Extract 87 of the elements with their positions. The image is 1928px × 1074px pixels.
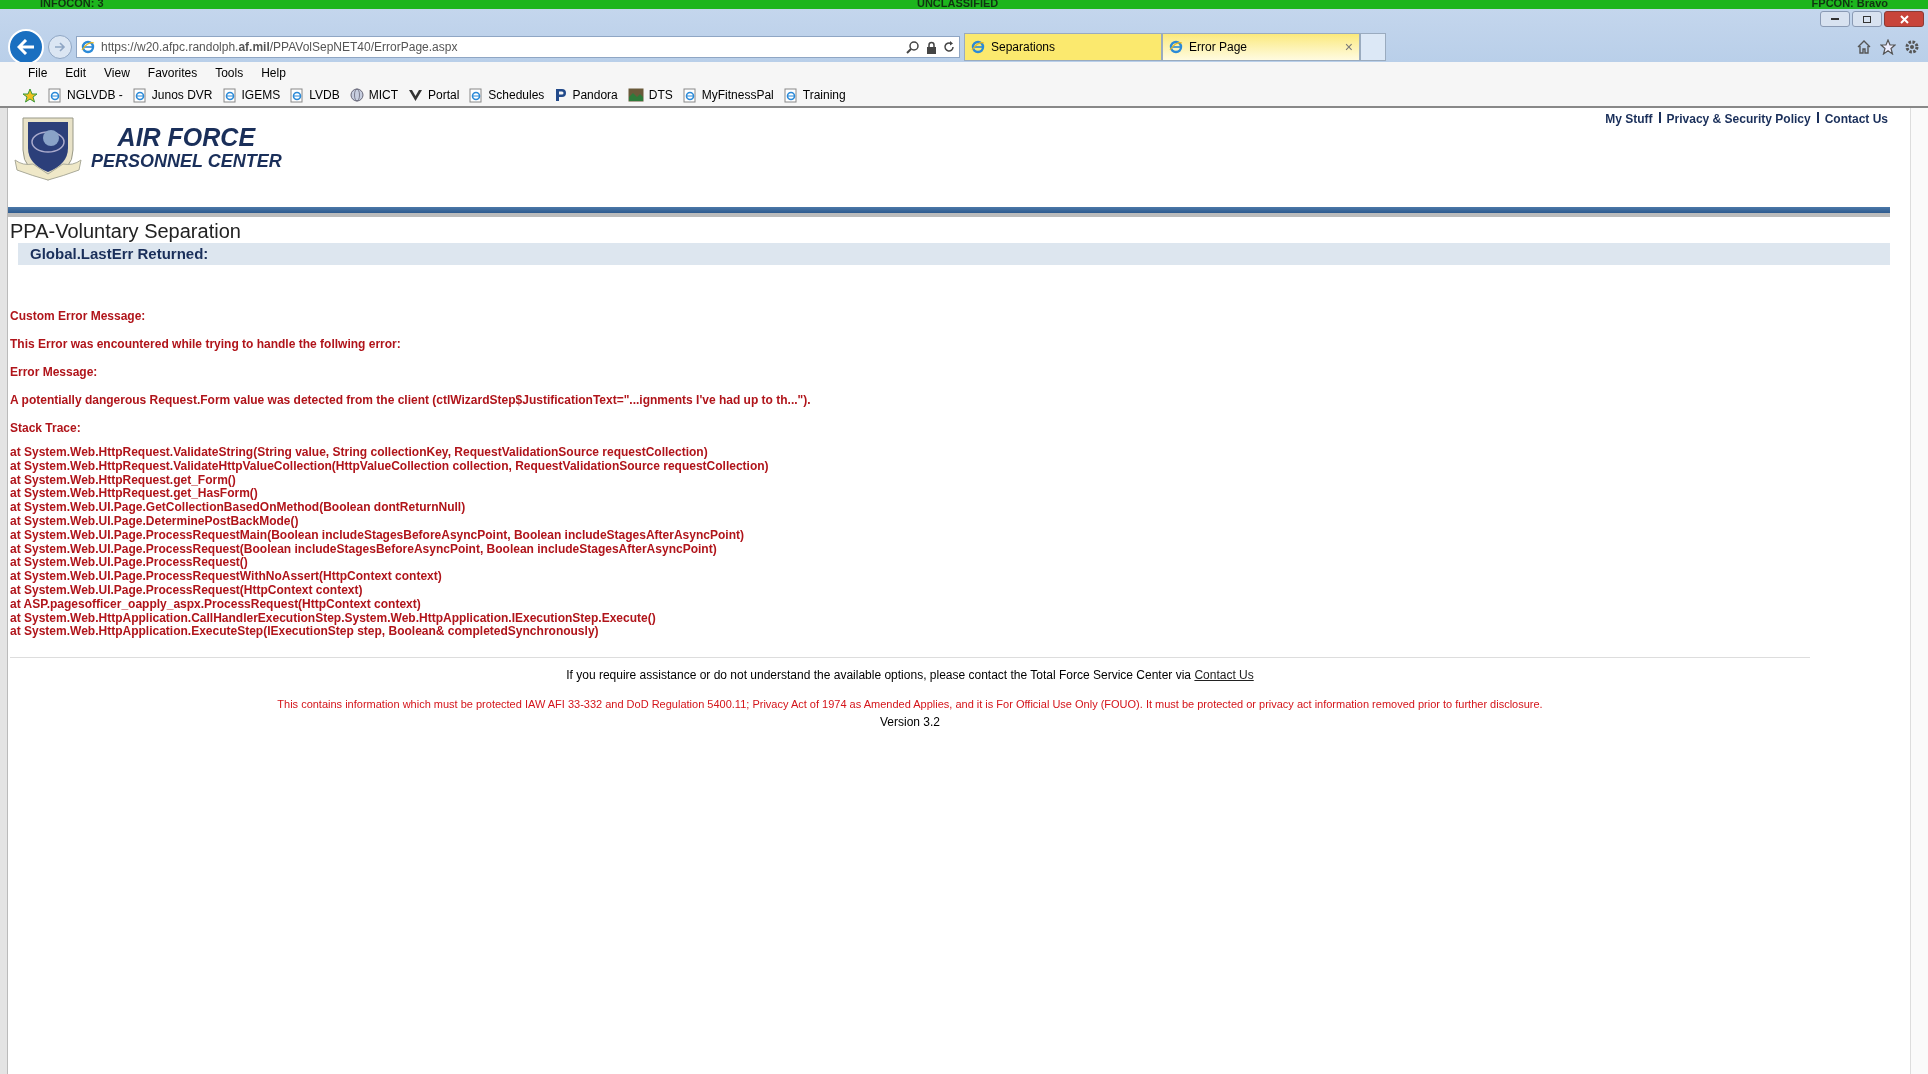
browser-page-icon [81,40,95,54]
favorites-link[interactable]: IGEMS [222,86,281,104]
favorites-link[interactable]: Training [783,86,846,104]
header-link[interactable]: Contact Us [1824,110,1888,182]
stack-trace-line: at System.Web.UI.Page.ProcessRequest() [10,556,248,571]
stack-trace-line: at System.Web.UI.Page.ProcessRequestMain(Boolean includeStagesBeforeAsyncPoint, Boolean includeStagesAfterAsyncPoint) [10,528,745,543]
page-icon [682,87,697,103]
close-icon [1899,14,1909,24]
globe-icon [349,88,364,102]
settings-icon[interactable] [1904,39,1920,55]
tab-title: Error Page [1189,39,1249,56]
header-link[interactable]: My Stuff [1605,110,1653,182]
stack-trace-line: at System.Web.HttpRequest.ValidateString(String value, String collectionKey, RequestValidationSource requestCollection) [10,446,709,460]
favorites-link[interactable]: DTS [627,86,673,104]
stack-trace-line: at ASP.pagesofficer_oapply_aspx.ProcessRequest(HttpContext context) [10,597,422,612]
header-link[interactable]: Privacy & Security Policy [1666,110,1811,182]
section-heading: Global.LastErr Returned: [30,243,209,264]
forward-arrow-icon [54,42,66,52]
menu-item[interactable]: Favorites [147,64,198,82]
menu-item[interactable]: Help [261,64,286,82]
error-text: Error Message: [10,364,99,380]
home-icon[interactable] [1856,39,1872,55]
menu-item[interactable]: Tools [215,64,244,82]
favorites-link[interactable]: MICT [349,86,398,104]
menu-item[interactable]: File [28,64,48,82]
star-icon[interactable] [1880,39,1896,55]
wings-icon [407,88,423,102]
stack-trace-line: at System.Web.HttpApplication.ExecuteStep(IExecutionStep step, Boolean& completedSynchronously) [10,625,599,640]
stack-trace-line: at System.Web.HttpRequest.get_HasForm() [10,487,259,502]
browser-tab[interactable]: Separations [964,33,1162,61]
favorites-link[interactable]: NGLVDB - [48,86,123,104]
stack-trace-line: at System.Web.HttpRequest.get_Form() [10,473,236,488]
close-window-button[interactable] [1884,11,1924,27]
restore-button[interactable] [1852,11,1882,27]
search-icon[interactable] [906,40,920,54]
refresh-icon[interactable] [943,41,955,53]
favorites-link[interactable]: Pandora [554,86,618,104]
image-icon [627,88,644,102]
back-arrow-icon [17,39,35,55]
page-icon [132,87,147,103]
infocon-label: INFOCON: 3 [40,0,104,9]
stack-trace-line: at System.Web.UI.Page.GetCollectionBasedOnMethod(Boolean dontReturnNull) [10,501,467,515]
favorites-link[interactable]: LVDB [290,86,340,104]
contact-us-link[interactable]: Contact Us [1194,668,1254,683]
letter-p-icon [554,88,568,102]
minimize-button[interactable] [1820,11,1850,27]
version-text: Version 3.2 [879,713,940,731]
crest-emblem [13,114,83,182]
address-field[interactable]: https://w20.afpc.randolph.af.mil/PPAVolSepNET40/ErrorPage.aspx [76,36,960,58]
favorites-star-icon[interactable] [22,87,38,103]
fpcon-label: FPCON: Bravo [1811,0,1888,9]
page-icon [222,87,237,103]
favorites-link[interactable]: Portal [407,86,460,104]
tab-title: Separations [991,39,1057,56]
header-subtitle: PERSONNEL CENTER [91,150,282,172]
page-icon [48,87,62,103]
privacy-notice: This contains information which must be protected IAW AFI 33-332 and DoD Regulation 5400.11; Privacy Act of 1974 as Amended Applies, and it is For Official Use Only (FOUO). It must be protected or privacy act information removed prior to further disclosure. [277,697,1543,713]
close-tab-button[interactable]: × [1344,40,1353,54]
error-text: This Error was encountered while trying to handle the follwing error: [10,336,402,352]
menu-item[interactable]: Edit [65,64,87,82]
stack-trace-line: at System.Web.UI.Page.ProcessRequestWithNoAssert(HttpContext context) [10,570,443,584]
favorites-link[interactable]: Junos DVR [132,86,213,104]
stack-trace-line: at System.Web.HttpApplication.CallHandlerExecutionStep.System.Web.HttpApplication.IExecutionStep.Execute() [10,611,657,626]
back-button[interactable] [8,29,44,65]
error-text: Custom Error Message: [10,308,147,324]
page-icon [469,87,484,103]
stack-trace-line: at System.Web.HttpRequest.ValidateHttpValueCollection(HttpValueCollection collection, RequestValidationSource requestCollection) [10,459,770,474]
classification-label: UNCLASSIFIED [916,0,999,9]
header-title: AIR FORCE [117,124,256,150]
browser-page-icon [1169,40,1183,54]
scrollbar[interactable] [1910,108,1928,1074]
error-text: Stack Trace: [10,420,82,436]
page-icon [290,87,305,103]
favorites-link[interactable]: MyFitnessPal [682,86,774,104]
stack-trace-line: at System.Web.UI.Page.ProcessRequest(HttpContext context) [10,583,363,598]
error-text: A potentially dangerous Request.Form value was detected from the client (ctlWizardStep$JustificationText="...ignments I've had up to th..."). [10,392,812,408]
page-title: PPA-Voluntary Separation [10,219,242,243]
stack-trace-line: at System.Web.UI.Page.DeterminePostBackMode() [10,515,300,529]
lock-icon [926,40,937,54]
stack-trace-line: at System.Web.UI.Page.ProcessRequest(Boolean includeStagesBeforeAsyncPoint, Boolean includeStagesAfterAsyncPoint) [10,542,717,557]
menu-item[interactable]: View [104,64,130,82]
assistance-text: If you require assistance or do not understand the available options, please contact the Total Force Service Center via Contact Us [566,667,1254,685]
browser-tab[interactable]: Error Page × [1162,33,1360,61]
favorites-link[interactable]: Schedules [469,86,545,104]
page-icon [783,87,798,103]
browser-page-icon [971,40,985,54]
url-text: https://w20.afpc.randolph.af.mil/PPAVolSepNET40/ErrorPage.aspx [101,39,459,56]
